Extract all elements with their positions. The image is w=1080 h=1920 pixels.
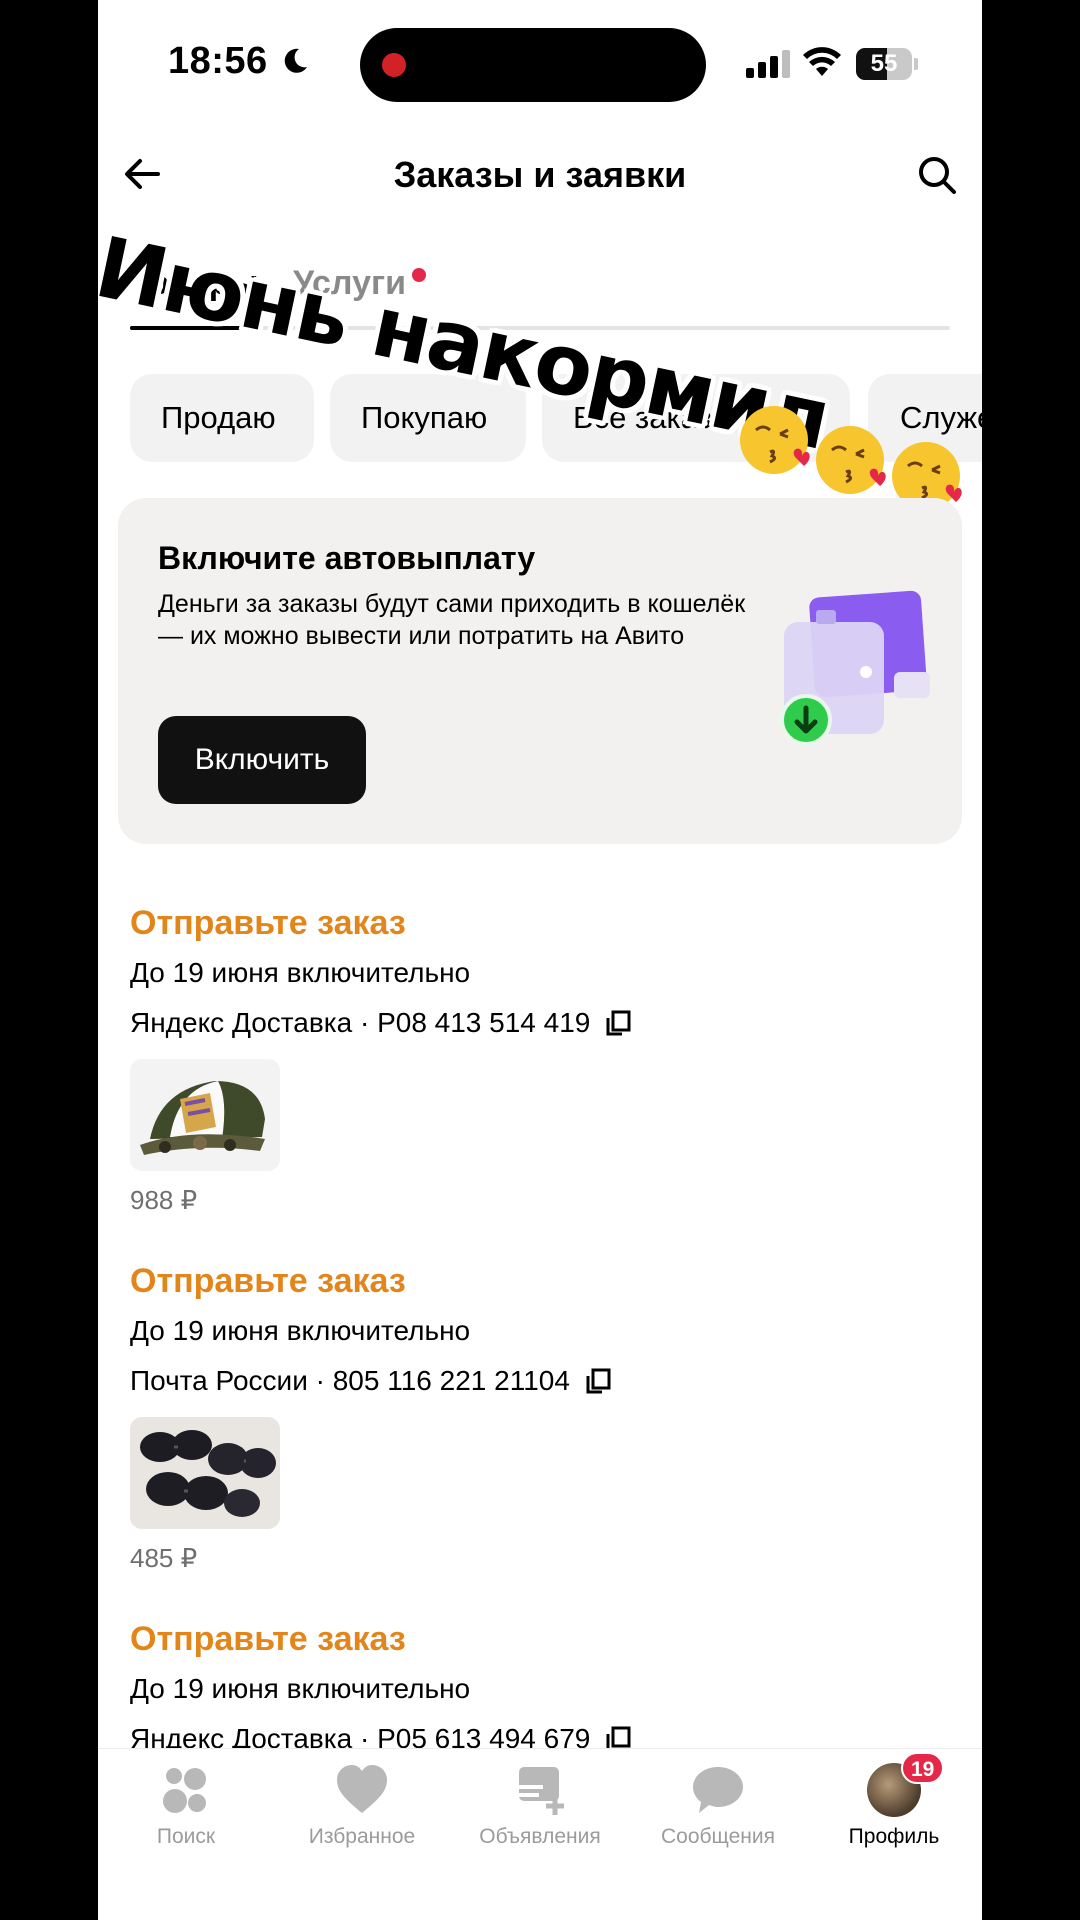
ads-icon bbox=[517, 1767, 564, 1815]
battery-icon: 55 bbox=[856, 48, 918, 80]
heart-icon bbox=[337, 1765, 387, 1813]
search-icon[interactable] bbox=[916, 154, 958, 196]
copy-icon[interactable] bbox=[604, 1009, 632, 1037]
order-tracking: Почта России · 805 116 221 21104 bbox=[130, 1365, 950, 1397]
product-photo-cap[interactable] bbox=[130, 1059, 280, 1171]
nav-search[interactable]: Поиск bbox=[106, 1763, 266, 1849]
autopayout-promo-card: Включите автовыплату Деньги за заказы бу… bbox=[118, 498, 962, 844]
battery-level: 55 bbox=[870, 50, 898, 77]
tracking-number: Почта России · 805 116 221 21104 bbox=[130, 1365, 570, 1396]
wifi-icon bbox=[803, 47, 841, 76]
moon-icon bbox=[284, 48, 307, 73]
order-status: Отправьте заказ bbox=[130, 904, 406, 942]
nav-profile[interactable]: Профиль bbox=[814, 1763, 974, 1849]
chip-label: Покупаю bbox=[361, 400, 488, 435]
order-price: 988 ₽ bbox=[130, 1185, 198, 1215]
nav-label: Профиль bbox=[848, 1825, 940, 1848]
order-status: Отправьте заказ bbox=[130, 1620, 406, 1658]
signal-icon bbox=[746, 50, 790, 78]
order-tracking: Яндекс Доставка · P08 413 514 419 bbox=[130, 1007, 950, 1039]
nav-messages[interactable]: Сообщения bbox=[638, 1763, 798, 1849]
order-deadline: До 19 июня включительно bbox=[130, 1315, 471, 1346]
nav-label: Избранное bbox=[308, 1825, 416, 1848]
chip-label: Служебные bbox=[900, 400, 982, 435]
recording-indicator bbox=[382, 53, 406, 77]
status-time: 18:56 bbox=[168, 40, 268, 82]
profile-notification-badge: 19 bbox=[901, 1752, 945, 1784]
nav-ads[interactable]: Объявления bbox=[460, 1763, 620, 1849]
order-status: Отправьте заказ bbox=[130, 1262, 406, 1300]
tracking-number: Яндекс Доставка · P08 413 514 419 bbox=[130, 1007, 591, 1038]
nav-label: Поиск bbox=[156, 1825, 216, 1848]
bottom-navigation: Поиск Избранное Объявления Сообщения Про… bbox=[98, 1748, 982, 1920]
chip-label: Продаю bbox=[161, 400, 276, 435]
order-price: 485 ₽ bbox=[130, 1543, 198, 1573]
copy-icon[interactable] bbox=[584, 1367, 612, 1395]
page-title: Заказы и заявки bbox=[393, 154, 687, 195]
wallet-illustration-icon bbox=[780, 590, 930, 746]
kissing-face-emoji-icon bbox=[816, 426, 886, 494]
nav-label: Объявления bbox=[479, 1825, 601, 1848]
promo-text: Деньги за заказы будут сами приходить в … bbox=[158, 590, 746, 650]
nav-label: Сообщения bbox=[661, 1825, 775, 1848]
product-photo-sunglasses[interactable] bbox=[130, 1417, 280, 1529]
dynamic-island bbox=[360, 28, 706, 102]
tab-notification-dot bbox=[412, 268, 426, 282]
search-dots-icon bbox=[163, 1768, 206, 1813]
kissing-face-emoji-icon bbox=[740, 406, 810, 474]
filter-chip-selling[interactable]: Продаю bbox=[130, 374, 314, 462]
nav-favorites[interactable]: Избранное bbox=[282, 1763, 442, 1849]
order-item[interactable]: Отправьте заказ До 19 июня включительно … bbox=[130, 1620, 950, 1755]
chat-icon bbox=[693, 1767, 743, 1813]
enable-autopayout-button[interactable]: Включить bbox=[158, 716, 366, 804]
order-item[interactable]: Отправьте заказ До 19 июня включительно … bbox=[130, 904, 950, 1216]
phone-screen: 18:56 55 Заказы и заявки Товары Услуги П… bbox=[98, 0, 982, 1920]
order-item[interactable]: Отправьте заказ До 19 июня включительно … bbox=[130, 1262, 950, 1574]
order-deadline: До 19 июня включительно bbox=[130, 1673, 471, 1704]
order-deadline: До 19 июня включительно bbox=[130, 957, 471, 988]
promo-title: Включите автовыплату bbox=[158, 540, 536, 576]
